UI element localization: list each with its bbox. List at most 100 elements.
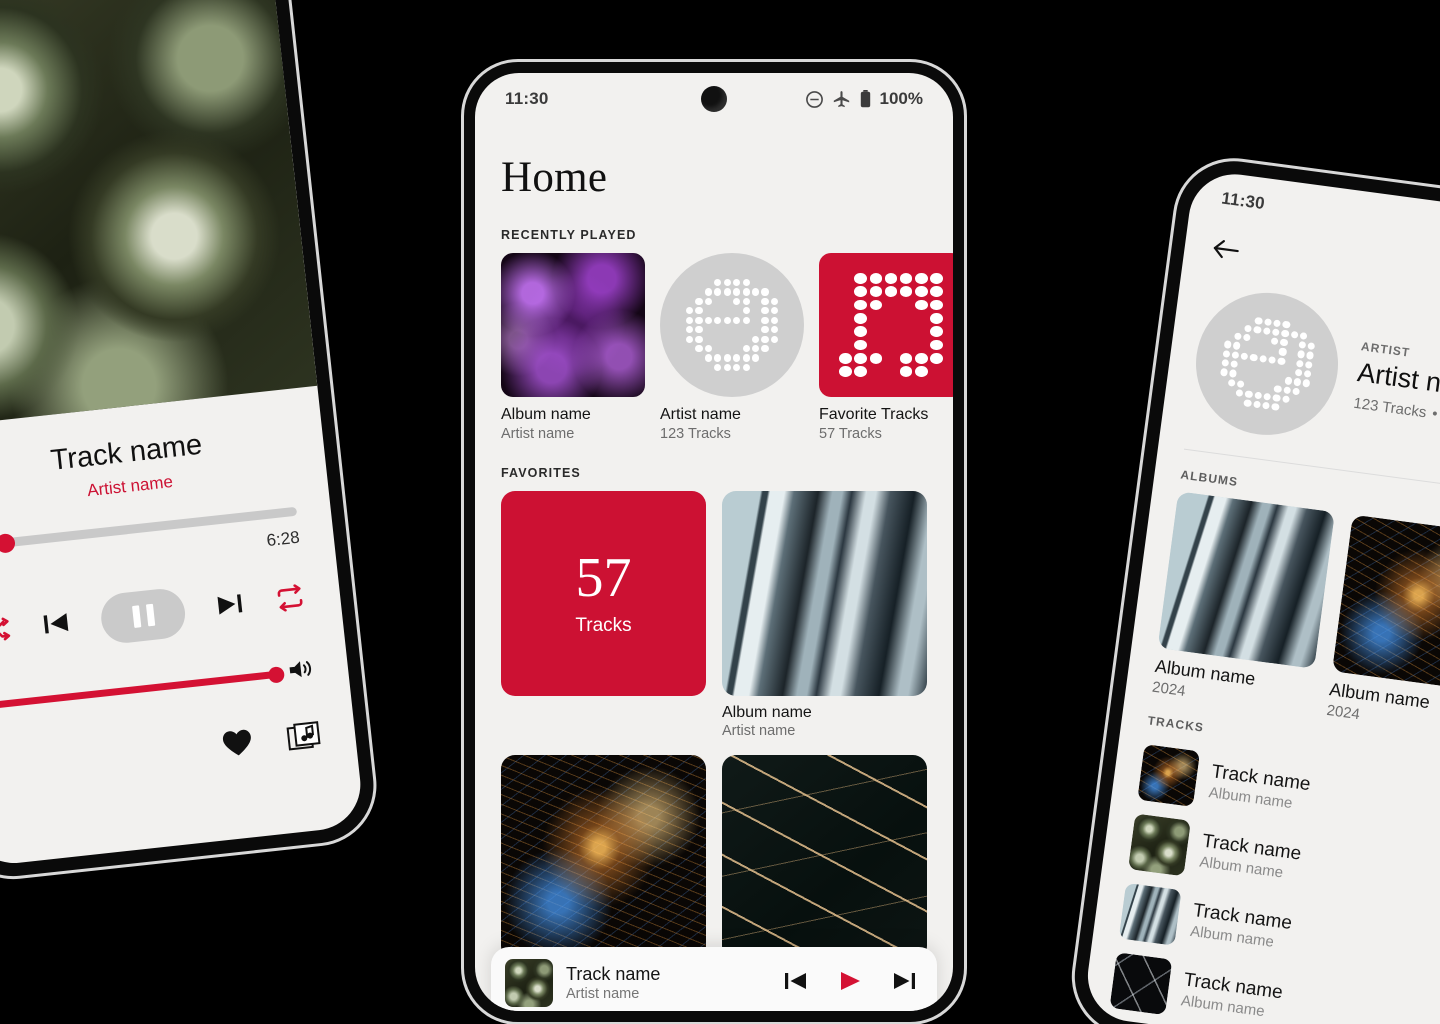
logo-dot [1255, 382, 1263, 390]
logo-dot [752, 279, 759, 286]
previous-track-icon[interactable] [783, 969, 809, 998]
artist-avatar [1187, 284, 1347, 444]
player-album-art [0, 0, 318, 429]
logo-dot [869, 286, 883, 298]
album-card[interactable]: Album name 2024 [1151, 491, 1336, 716]
logo-dot [770, 316, 779, 324]
play-icon[interactable] [837, 969, 863, 998]
previous-track-icon[interactable] [41, 608, 72, 642]
logo-dot [761, 364, 768, 371]
recently-played-card[interactable]: Favorite Tracks 57 Tracks [819, 253, 953, 442]
recently-played-card[interactable]: Album name Artist name [501, 253, 645, 442]
album-card[interactable]: Album name 2024 [1326, 514, 1440, 740]
logo-dot [761, 316, 769, 324]
volume-slider[interactable] [0, 657, 315, 719]
volume-icon[interactable] [287, 657, 316, 687]
mini-player-artist: Artist name [566, 986, 640, 1002]
favorites-count-card[interactable]: 57 Tracks [501, 491, 706, 739]
logo-dot [771, 345, 778, 352]
next-track-icon[interactable] [214, 590, 245, 624]
logo-dot [695, 288, 702, 295]
logo-dot [733, 354, 741, 362]
tile-title: Album name [722, 704, 812, 721]
logo-dot [870, 340, 883, 351]
volume-handle[interactable] [267, 665, 286, 684]
logo-dot [742, 297, 750, 305]
album-art [501, 755, 706, 960]
logo-dot [771, 354, 778, 361]
favorites-album-card[interactable]: Album name Artist name [722, 491, 927, 739]
logo-dot [761, 279, 768, 286]
logo-dot [752, 354, 760, 362]
logo-dot [1262, 336, 1270, 344]
mini-player-art [505, 959, 553, 1007]
logo-dot [723, 278, 731, 287]
logo-dot [705, 336, 712, 343]
seek-handle[interactable] [0, 532, 16, 554]
logo-dot [1267, 365, 1275, 373]
logo-dot [1302, 389, 1310, 397]
logo-dot [1289, 340, 1297, 348]
logo-dot [752, 288, 760, 296]
artist-track-count: 123 Tracks [1352, 394, 1428, 422]
favorites-album-card[interactable] [722, 755, 927, 960]
logo-dot [1243, 399, 1252, 408]
logo-dot [742, 278, 750, 287]
logo-dot [770, 307, 779, 315]
logo-dot [899, 286, 913, 298]
logo-dot [685, 335, 694, 343]
logo-dot [1283, 386, 1291, 395]
volume-track[interactable] [0, 665, 286, 709]
logo-dot [714, 307, 721, 314]
logo-dot [1239, 361, 1247, 369]
logo-dot [695, 307, 703, 315]
logo-dot [724, 307, 731, 314]
status-time: 11:30 [505, 89, 549, 108]
logo-dot [839, 326, 852, 337]
logo-dot [705, 279, 712, 286]
favorite-heart-icon[interactable] [220, 727, 256, 765]
logo-dot [695, 335, 703, 343]
battery-percentage: 100% [879, 89, 923, 108]
track-art [1118, 882, 1182, 946]
card-subtitle: 123 Tracks [660, 426, 731, 442]
logo-dot [1246, 381, 1254, 389]
repeat-icon[interactable] [273, 583, 308, 617]
logo-dot [870, 366, 883, 377]
logo-dot [900, 326, 913, 337]
logo-dot [761, 345, 769, 353]
logo-dot [1243, 333, 1251, 342]
logo-dot [705, 326, 712, 333]
queue-icon[interactable] [286, 719, 324, 757]
logo-dot [1310, 324, 1318, 332]
logo-dot [1223, 340, 1232, 349]
player-screen: Track name Artist name 6:28 [0, 0, 366, 868]
logo-dot [771, 364, 778, 371]
mini-player[interactable]: Track name Artist name [491, 947, 937, 1011]
pause-button[interactable] [98, 586, 188, 646]
logo-dot [1300, 398, 1308, 406]
logo-dot [686, 298, 693, 305]
recently-played-card[interactable]: Artist name 123 Tracks [660, 253, 804, 442]
logo-dot [1244, 390, 1253, 399]
logo-dot [1218, 377, 1226, 385]
logo-dot [1226, 322, 1234, 330]
logo-dot [839, 286, 852, 297]
logo-dot [839, 273, 852, 284]
logo-dot [854, 286, 867, 298]
favorites-album-card[interactable] [501, 755, 706, 960]
logo-dot [1292, 321, 1300, 329]
logo-dot [884, 273, 898, 284]
logo-dot [733, 307, 740, 314]
logo-dot [705, 364, 712, 371]
logo-dot [1226, 388, 1234, 396]
logo-dot [685, 316, 694, 324]
album-art [1331, 514, 1440, 693]
logo-dot [885, 326, 898, 337]
next-track-icon[interactable] [891, 969, 917, 998]
logo-dot [1230, 360, 1239, 369]
logo-dot [839, 340, 852, 351]
logo-dot [1299, 407, 1307, 415]
logo-dot [714, 326, 721, 333]
shuffle-icon[interactable] [0, 616, 13, 648]
